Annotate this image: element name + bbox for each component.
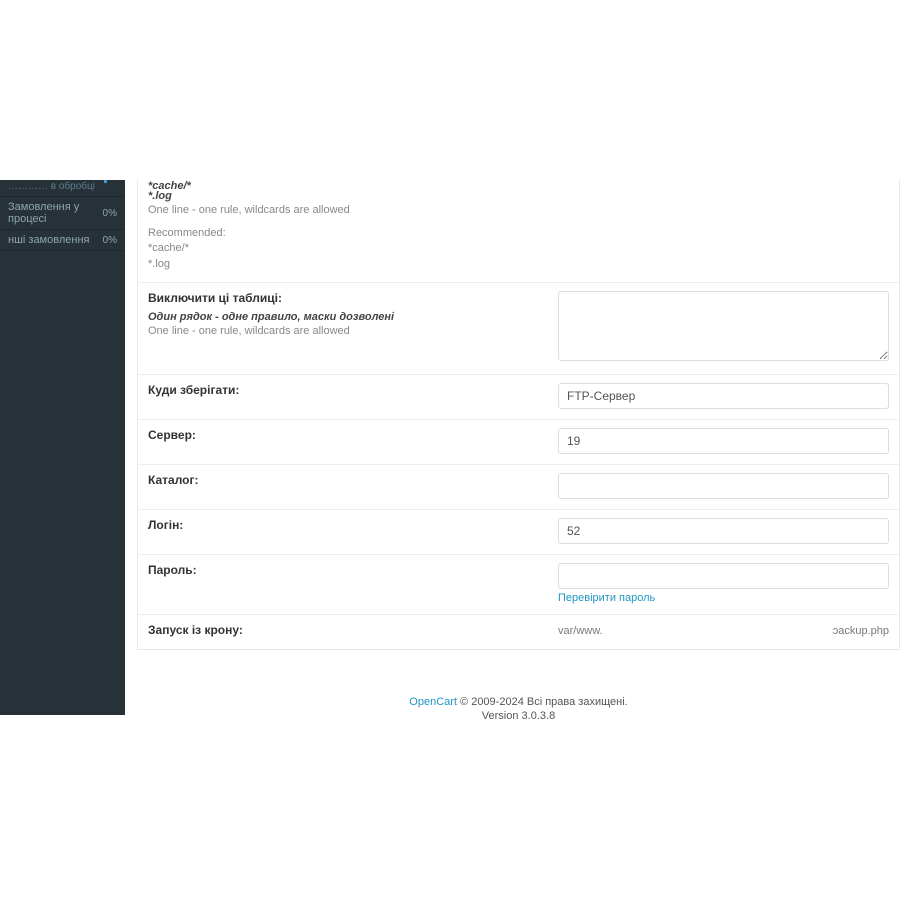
storage-label: Куди зберігати: — [148, 383, 546, 397]
exclude-files-rec2: *.log — [148, 257, 546, 272]
server-label: Сервер: — [148, 428, 546, 442]
sidebar: ………… в обробці Замовлення у процесі 0% н… — [0, 180, 125, 715]
row-storage: Куди зберігати: — [138, 375, 899, 420]
login-input[interactable] — [558, 518, 889, 544]
sidebar-item-orders-inprocess[interactable]: Замовлення у процесі 0% — [0, 197, 125, 230]
exclude-tables-help: One line - one rule, wildcards are allow… — [148, 325, 546, 337]
footer-version: Version 3.0.3.8 — [137, 710, 900, 722]
exclude-files-rec1: *cache/* — [148, 241, 546, 256]
exclude-files-help: One line - one rule, wildcards are allow… — [148, 204, 546, 216]
sidebar-item-other-orders[interactable]: нші замовлення 0% — [0, 230, 125, 251]
row-login: Логін: — [138, 510, 899, 555]
footer-brand-link[interactable]: OpenCart — [409, 696, 457, 708]
main-panel: *cache/* *.log One line - one rule, wild… — [137, 180, 900, 650]
sidebar-item-badge: 0% — [103, 235, 117, 246]
password-label: Пароль: — [148, 563, 546, 577]
server-input[interactable] — [558, 428, 889, 454]
row-catalog: Каталог: — [138, 465, 899, 510]
row-exclude-tables: Виключити ці таблиці: Один рядок - одне … — [138, 283, 899, 375]
footer-copy: © 2009-2024 Всі права захищені. — [457, 696, 628, 708]
cron-label: Запуск із крону: — [148, 623, 546, 637]
cron-path-right: ɔackup.php — [833, 625, 889, 637]
sidebar-item-badge: 0% — [103, 208, 117, 219]
password-input[interactable] — [558, 563, 889, 589]
exclude-tables-sub: Один рядок - одне правило, маски дозволе… — [148, 311, 546, 323]
login-label: Логін: — [148, 518, 546, 532]
check-password-link[interactable]: Перевірити пароль — [558, 592, 655, 604]
row-exclude-files: *cache/* *.log One line - one rule, wild… — [138, 180, 899, 283]
catalog-input[interactable] — [558, 473, 889, 499]
storage-select[interactable] — [558, 383, 889, 409]
sidebar-active-marker — [104, 180, 107, 183]
sidebar-item-label: Замовлення у процесі — [8, 201, 103, 225]
catalog-label: Каталог: — [148, 473, 546, 487]
row-server: Сервер: — [138, 420, 899, 465]
footer: OpenCart © 2009-2024 Всі права захищені.… — [137, 696, 900, 722]
exclude-files-rec-title: Recommended: — [148, 226, 546, 241]
exclude-tables-label: Виключити ці таблиці: — [148, 291, 546, 305]
cron-path-left: var/www. — [558, 625, 603, 637]
sidebar-item-label: нші замовлення — [8, 234, 89, 246]
exclude-files-example2: *.log — [148, 190, 546, 202]
exclude-tables-textarea[interactable] — [558, 291, 889, 361]
row-password: Пароль: Перевірити пароль — [138, 555, 899, 615]
row-cron: Запуск із крону: var/www. ɔackup.php — [138, 615, 899, 649]
cron-path: var/www. ɔackup.php — [558, 623, 889, 639]
